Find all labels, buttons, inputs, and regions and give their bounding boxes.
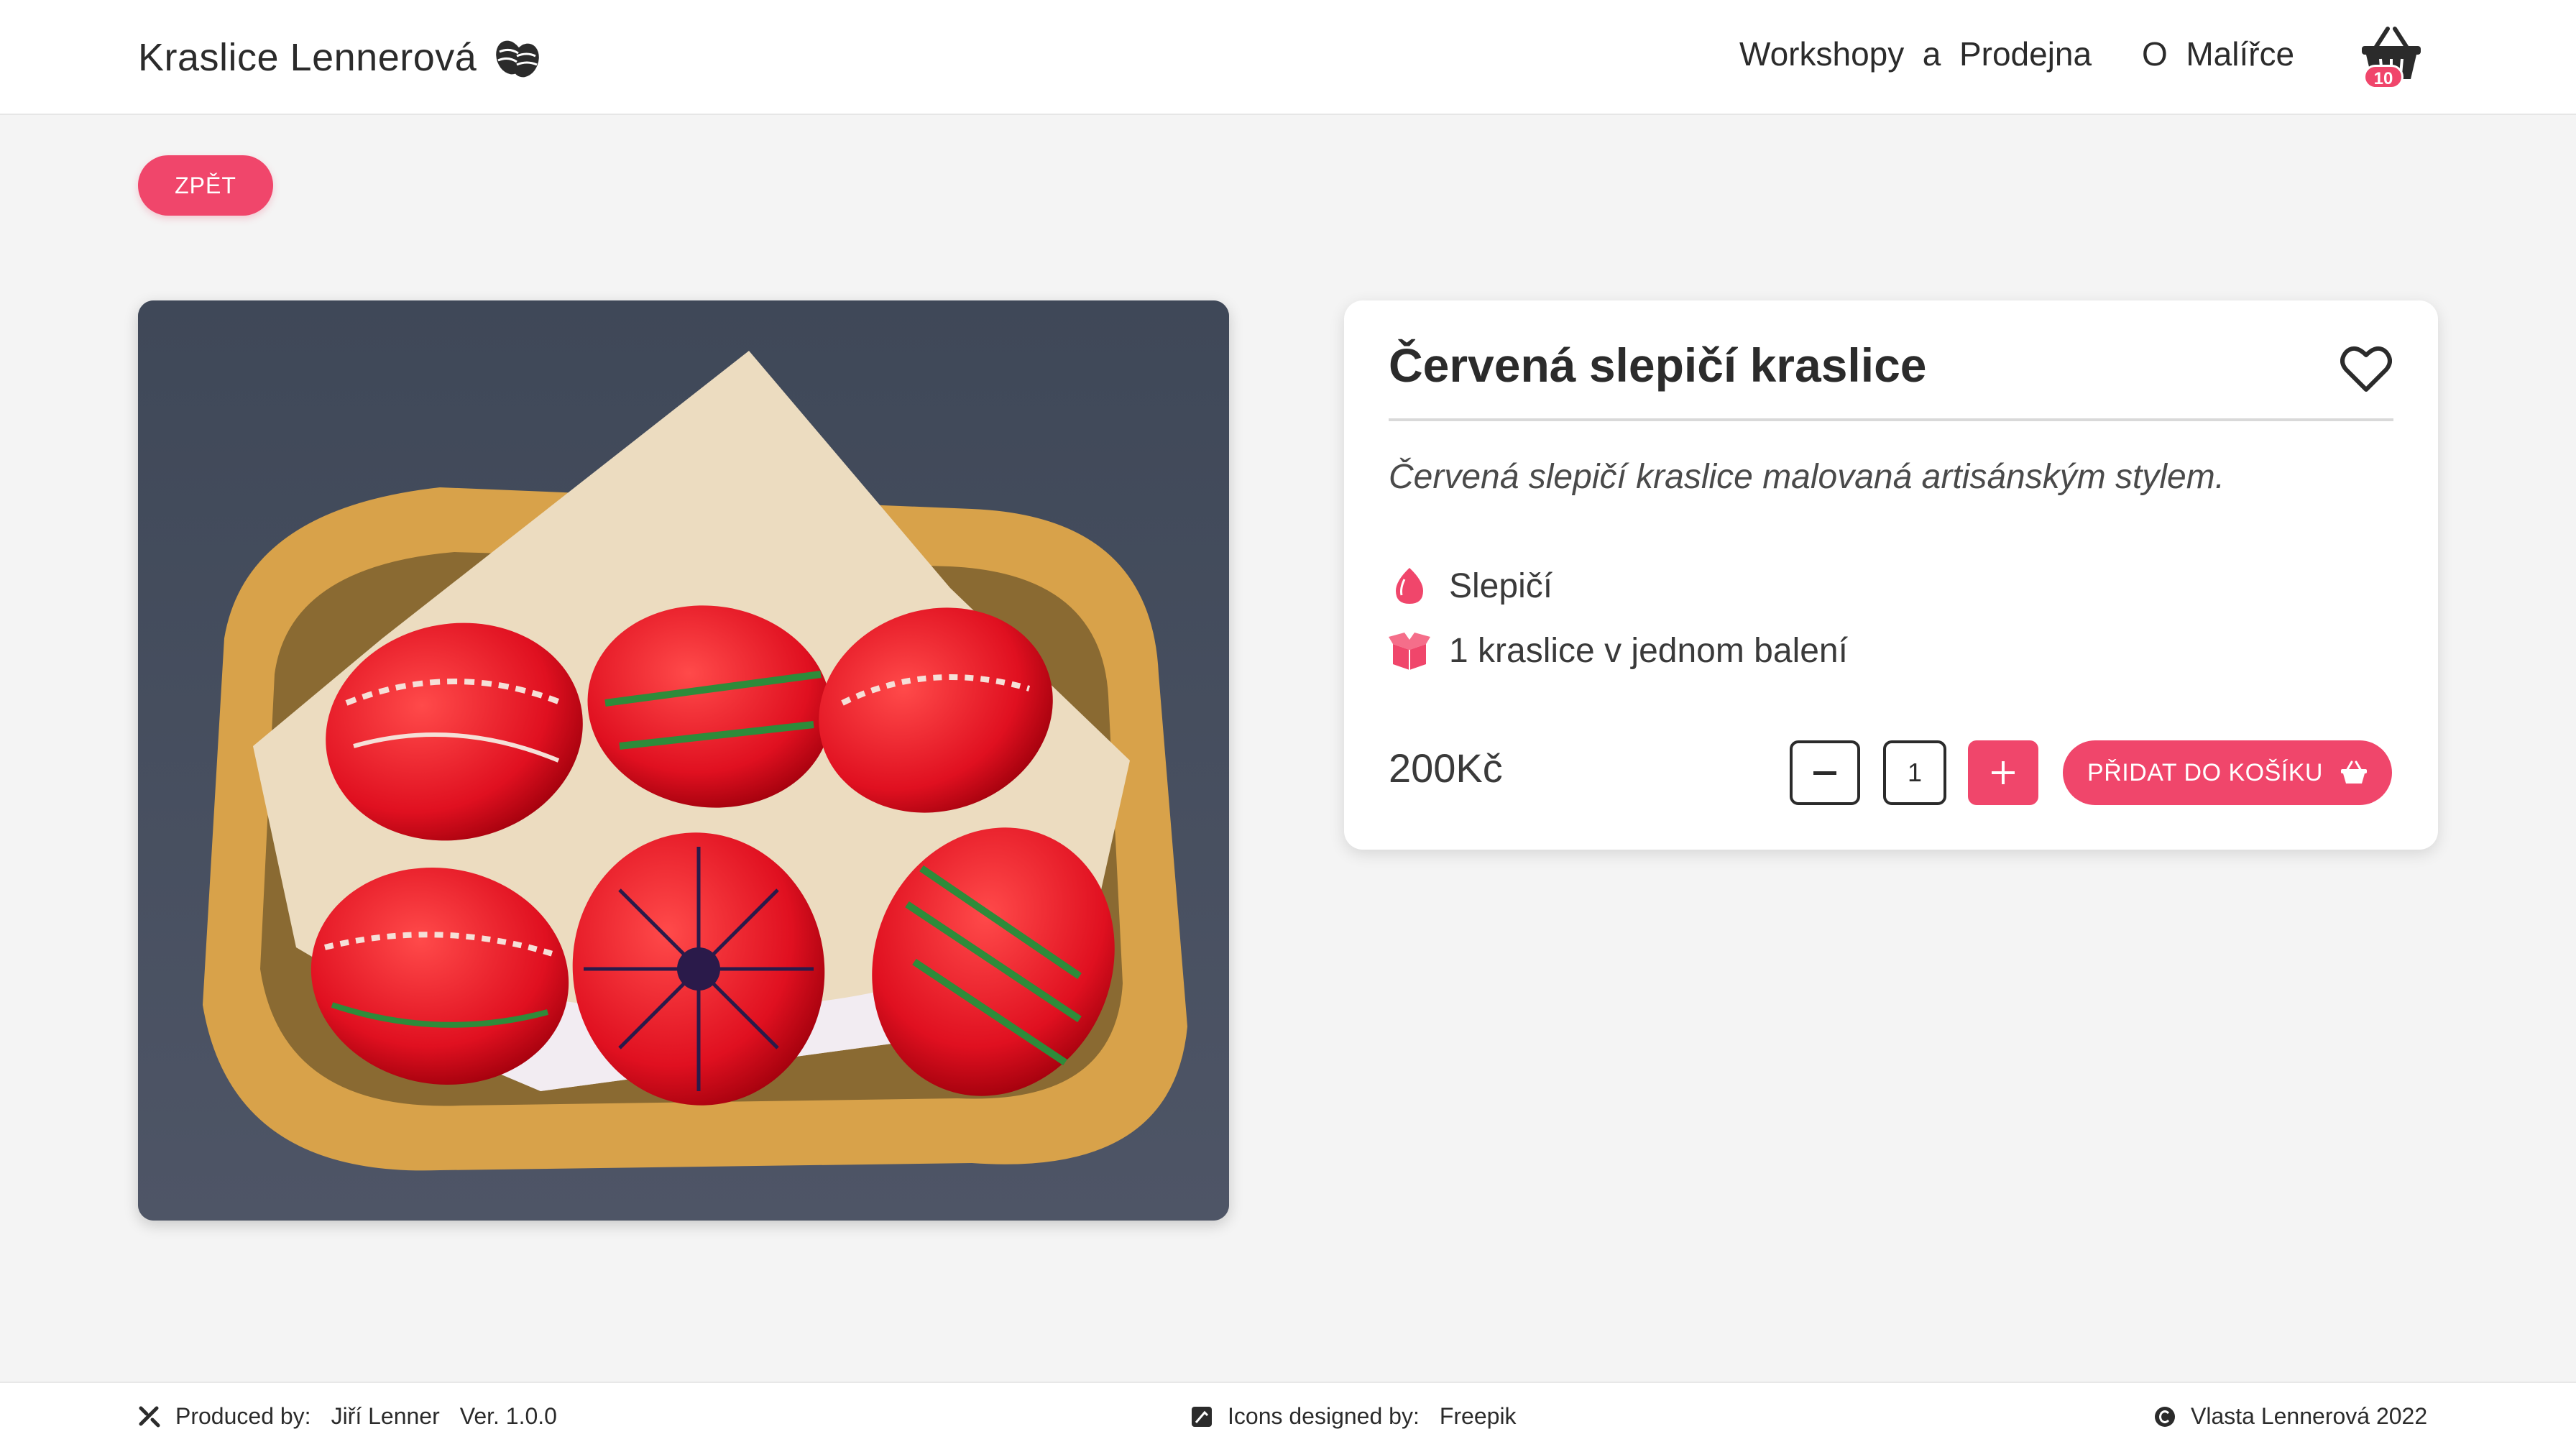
quantity-decrease-button[interactable] <box>1790 740 1860 805</box>
site-header: Kraslice Lennerová Workshopy a Prodejna … <box>0 0 2576 115</box>
produced-by-label: Produced by: <box>175 1403 311 1429</box>
add-to-cart-button[interactable]: PŘIDAT DO KOŠÍKU <box>2063 740 2392 805</box>
nav-workshops-link[interactable]: Workshopy a Prodejna <box>1739 35 2092 73</box>
quantity-input[interactable] <box>1883 740 1946 805</box>
heart-icon[interactable] <box>2340 345 2392 392</box>
minus-icon <box>1813 771 1836 775</box>
eggs-basket-illustration <box>138 300 1229 1221</box>
brand-logo[interactable]: Kraslice Lennerová <box>138 30 543 85</box>
product-image <box>138 300 1229 1221</box>
copyright-text: Vlasta Lennerová 2022 <box>2191 1403 2428 1429</box>
product-price: 200Kč <box>1389 745 1503 791</box>
footer-credits: Produced by: Jiří Lenner Ver. 1.0.0 <box>138 1403 557 1430</box>
easter-eggs-icon <box>496 40 540 78</box>
cart-count-badge: 10 <box>2363 65 2404 89</box>
footer-icons-credit: Icons designed by: Freepik <box>1190 1403 1517 1430</box>
card-divider <box>1389 418 2393 421</box>
egg-icon <box>1396 568 1423 604</box>
add-to-cart-label: PŘIDAT DO KOŠÍKU <box>2087 758 2323 786</box>
image-icon <box>1192 1406 1212 1427</box>
attribute-egg-type: Slepičí <box>1389 565 1552 607</box>
site-footer: Produced by: Jiří Lenner Ver. 1.0.0 Icon… <box>0 1382 2576 1452</box>
back-button[interactable]: ZPĚT <box>138 155 273 216</box>
cart-button[interactable]: 10 <box>2359 24 2424 91</box>
product-title: Červená slepičí kraslice <box>1389 339 1927 392</box>
nav-about-link[interactable]: O Malířce <box>2142 35 2294 73</box>
version-text: Ver. 1.0.0 <box>459 1403 557 1429</box>
plus-icon <box>1992 761 2015 784</box>
footer-copyright: Vlasta Lennerová 2022 <box>2153 1403 2427 1430</box>
copyright-icon <box>2155 1406 2175 1427</box>
tools-icon <box>139 1406 160 1427</box>
brand-name[interactable]: Kraslice Lennerová <box>138 35 477 80</box>
attribute-package: 1 kraslice v jednom balení <box>1389 630 1848 671</box>
attribute-package-label: 1 kraslice v jednom balení <box>1449 631 1848 670</box>
box-icon <box>1389 633 1430 670</box>
basket-icon <box>2340 761 2367 784</box>
product-card: Červená slepičí kraslice Červená slepičí… <box>1344 300 2438 850</box>
produced-by-name[interactable]: Jiří Lenner <box>331 1403 440 1430</box>
icons-designed-label: Icons designed by: <box>1228 1403 1420 1429</box>
quantity-increase-button[interactable] <box>1968 740 2038 805</box>
product-description: Červená slepičí kraslice malovaná artisá… <box>1389 458 2225 496</box>
attribute-egg-type-label: Slepičí <box>1449 566 1553 605</box>
icons-author-link[interactable]: Freepik <box>1440 1403 1517 1430</box>
